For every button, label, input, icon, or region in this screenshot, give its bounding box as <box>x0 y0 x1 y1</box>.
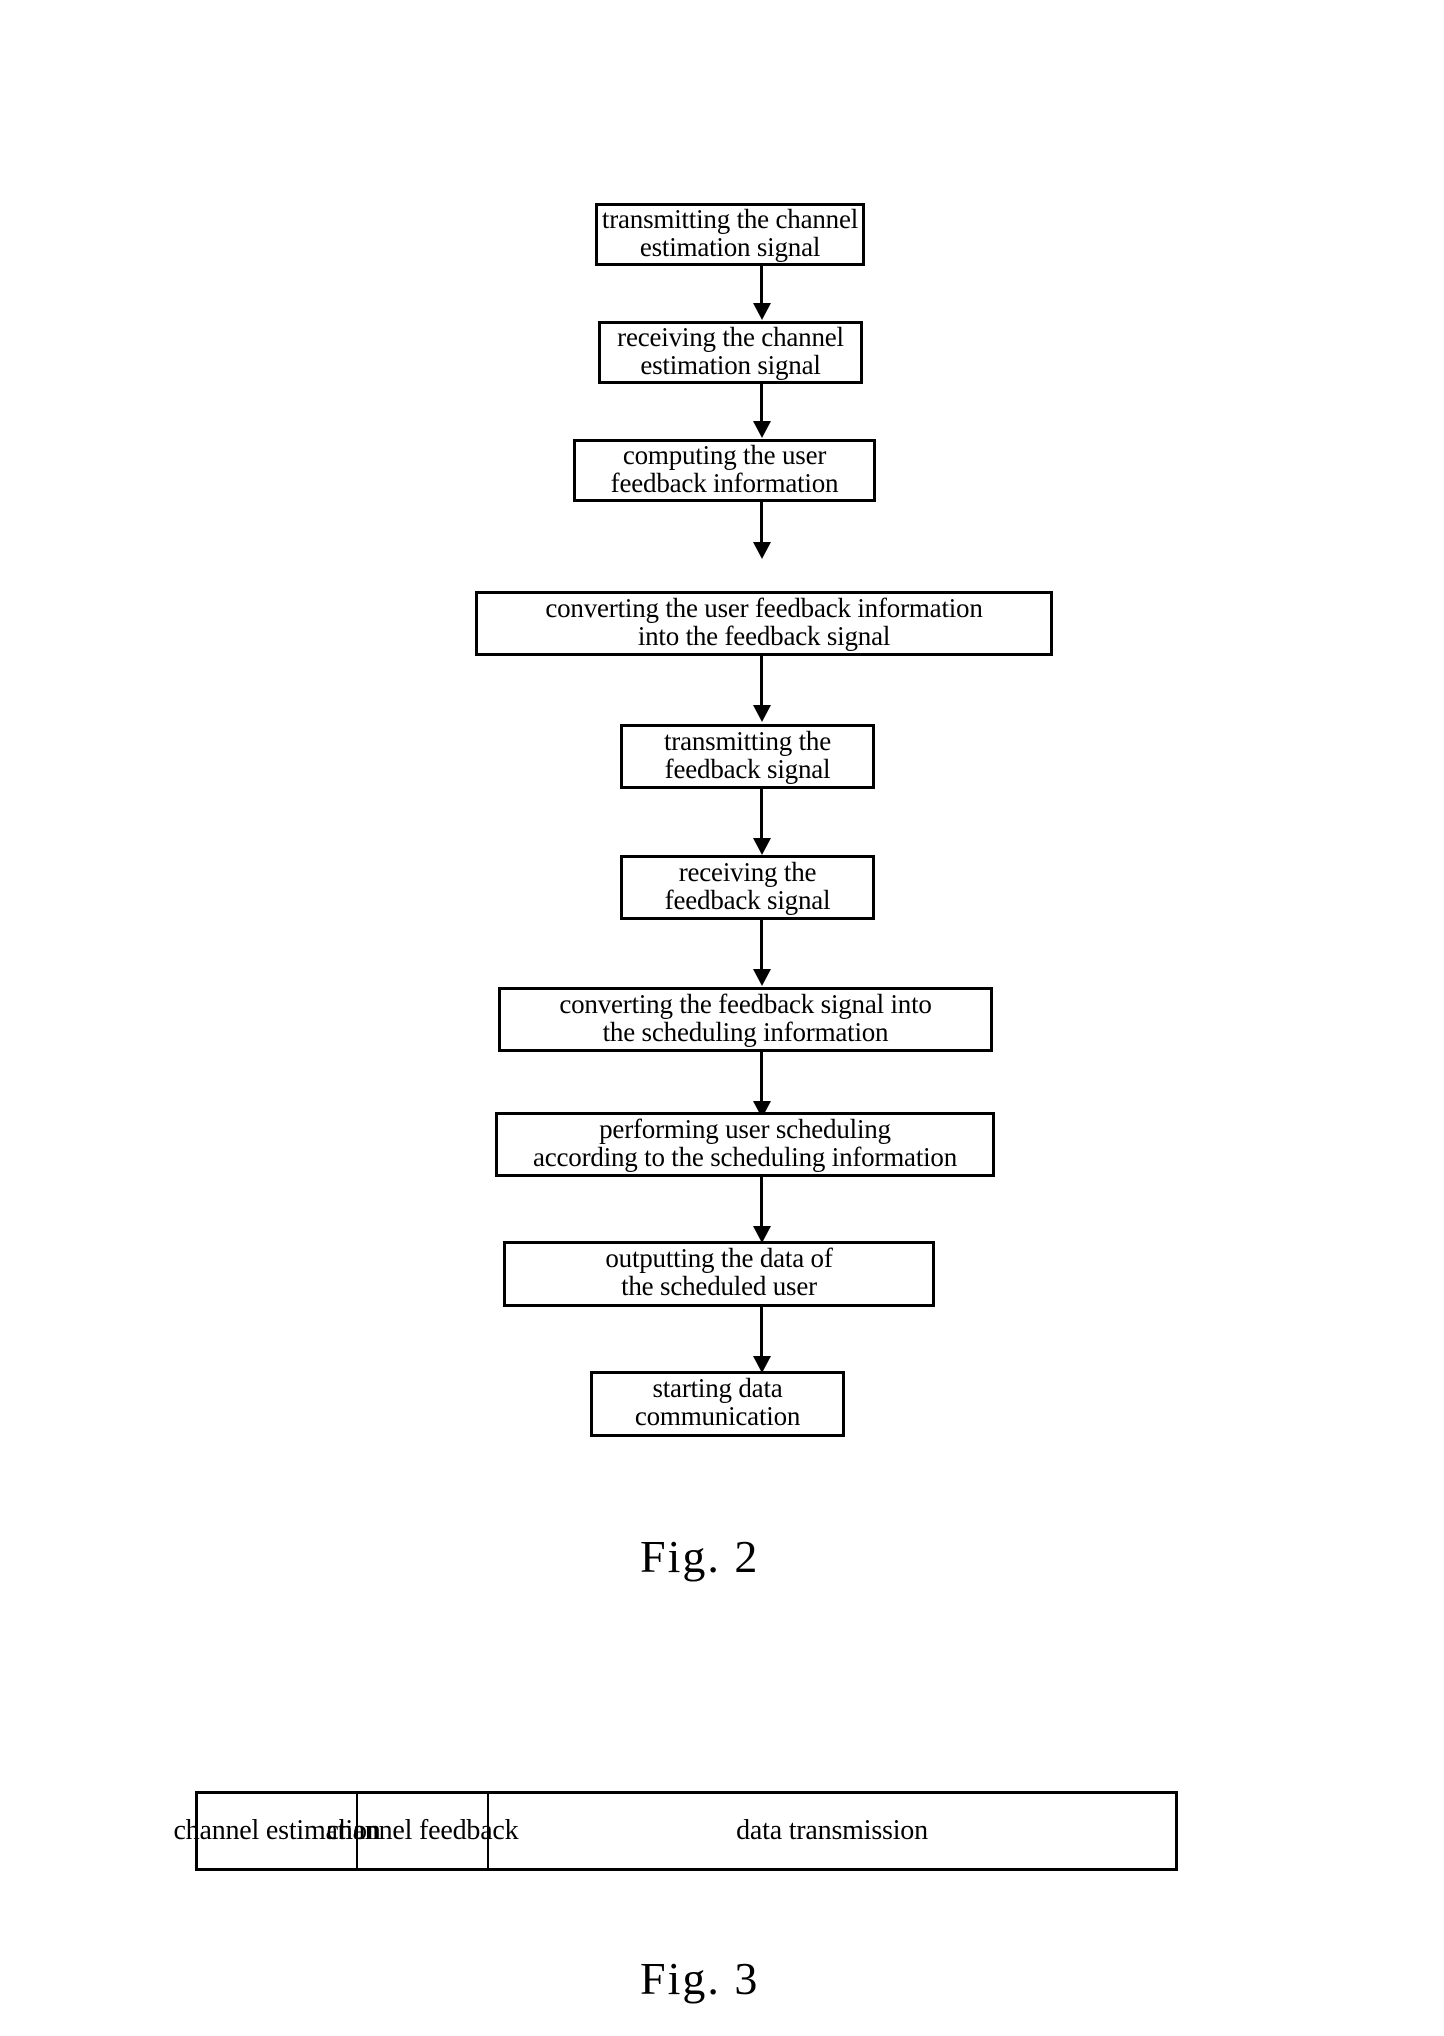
connector-1 <box>760 266 763 306</box>
flow-step-line-1: receiving the <box>678 856 817 887</box>
figure-3-caption: Fig. 3 <box>640 1953 760 2004</box>
flow-step-line-1: transmitting the channel <box>601 203 859 234</box>
flow-step-converting-user-feedback-information[interactable]: converting the user feedback information… <box>475 591 1053 656</box>
connector-9 <box>760 1307 763 1359</box>
flow-step-line-1: receiving the channel <box>617 321 844 352</box>
flow-step-line-1: transmitting the <box>663 725 832 756</box>
connector-2 <box>760 384 763 424</box>
flow-step-receiving-feedback-signal[interactable]: receiving the feedback signal <box>620 855 875 920</box>
flow-step-line-2: estimation signal <box>640 349 821 380</box>
flow-step-receiving-channel-estimation-signal[interactable]: receiving the channel estimation signal <box>598 321 863 384</box>
arrowhead-3 <box>753 542 771 559</box>
arrowhead-6 <box>753 969 771 986</box>
timeline-table: channel estimation channel feedback data… <box>173 1791 1178 1871</box>
flow-step-line-2: feedback signal <box>664 884 831 915</box>
flow-step-line-1: converting the user feedback information <box>545 592 983 623</box>
flow-step-line-1: starting data <box>652 1373 783 1404</box>
flow-step-line-2: feedback signal <box>664 753 831 784</box>
flow-step-line-1: converting the feedback signal into <box>559 988 932 1019</box>
figure-2-caption: Fig. 2 <box>640 1531 760 1582</box>
flow-step-performing-user-scheduling[interactable]: performing user scheduling according to … <box>495 1112 995 1177</box>
flow-step-computing-user-feedback-information[interactable]: computing the user feedback information <box>573 439 876 502</box>
connector-7 <box>760 1052 763 1104</box>
flow-step-starting-data-communication[interactable]: starting data communication <box>590 1371 845 1437</box>
flow-step-line-2: estimation signal <box>639 231 821 262</box>
flow-step-line-2: communication <box>634 1401 801 1431</box>
timeline-cell-data-transmission[interactable]: data transmission <box>489 1794 1175 1868</box>
flow-step-line-2: the scheduling information <box>602 1016 889 1047</box>
figure-2-flowchart: transmitting the channel estimation sign… <box>0 0 1444 1582</box>
connector-6 <box>760 920 763 972</box>
flow-step-outputting-scheduled-user-data[interactable]: outputting the data of the scheduled use… <box>503 1241 935 1307</box>
arrowhead-2 <box>753 421 771 438</box>
connector-5 <box>760 789 763 841</box>
flow-step-line-2: into the feedback signal <box>637 620 891 651</box>
flow-step-line-1: computing the user <box>622 439 827 470</box>
arrowhead-1 <box>753 303 771 320</box>
flow-step-converting-feedback-signal[interactable]: converting the feedback signal into the … <box>498 987 993 1052</box>
flow-step-line-2: feedback information <box>610 467 839 498</box>
connector-8 <box>760 1177 763 1229</box>
flow-step-line-2: the scheduled user <box>621 1271 817 1301</box>
timeline-cell-channel-feedback[interactable]: channel feedback <box>327 1794 519 1868</box>
flow-step-transmitting-channel-estimation-signal[interactable]: transmitting the channel estimation sign… <box>595 203 865 266</box>
connector-4 <box>760 656 763 708</box>
timeline-cell-label: data transmission <box>736 1815 928 1846</box>
arrowhead-4 <box>753 705 771 722</box>
flow-step-line-2: according to the scheduling information <box>532 1141 958 1172</box>
flow-step-line-1: outputting the data of <box>605 1243 833 1274</box>
connector-3 <box>760 502 763 545</box>
arrowhead-5 <box>753 838 771 855</box>
flow-step-transmitting-feedback-signal[interactable]: transmitting the feedback signal <box>620 724 875 789</box>
flow-step-line-1: performing user scheduling <box>599 1113 891 1144</box>
